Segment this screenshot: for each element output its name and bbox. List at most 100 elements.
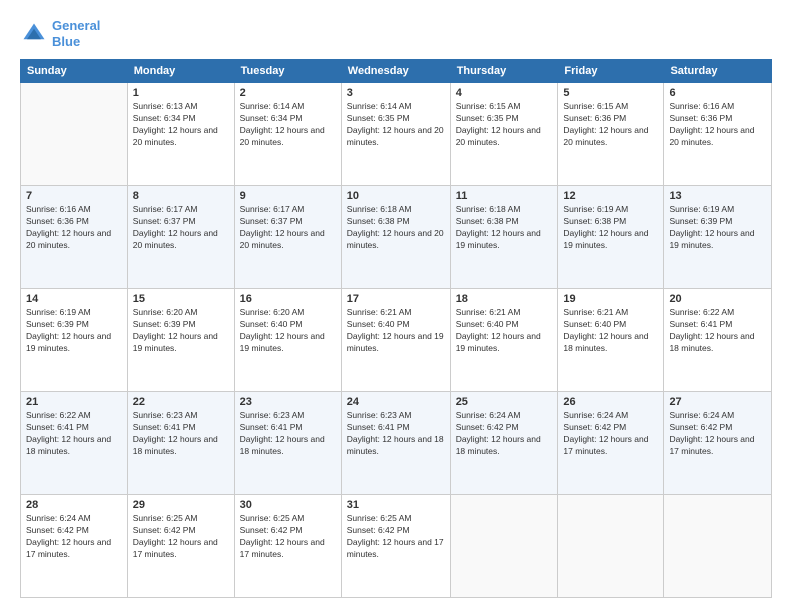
weekday-header-thursday: Thursday	[450, 60, 558, 83]
week-row-2: 7 Sunrise: 6:16 AMSunset: 6:36 PMDaylight…	[21, 186, 772, 289]
day-info: Sunrise: 6:23 AMSunset: 6:41 PMDaylight:…	[347, 410, 445, 458]
day-info: Sunrise: 6:19 AMSunset: 6:38 PMDaylight:…	[563, 204, 658, 252]
day-number: 18	[456, 293, 553, 305]
weekday-header-row: SundayMondayTuesdayWednesdayThursdayFrid…	[21, 60, 772, 83]
weekday-header-tuesday: Tuesday	[234, 60, 341, 83]
day-info: Sunrise: 6:18 AMSunset: 6:38 PMDaylight:…	[456, 204, 553, 252]
day-info: Sunrise: 6:18 AMSunset: 6:38 PMDaylight:…	[347, 204, 445, 252]
day-info: Sunrise: 6:13 AMSunset: 6:34 PMDaylight:…	[133, 101, 229, 149]
day-info: Sunrise: 6:24 AMSunset: 6:42 PMDaylight:…	[669, 410, 766, 458]
day-info: Sunrise: 6:22 AMSunset: 6:41 PMDaylight:…	[26, 410, 122, 458]
day-info: Sunrise: 6:23 AMSunset: 6:41 PMDaylight:…	[133, 410, 229, 458]
day-info: Sunrise: 6:21 AMSunset: 6:40 PMDaylight:…	[347, 307, 445, 355]
day-info: Sunrise: 6:15 AMSunset: 6:35 PMDaylight:…	[456, 101, 553, 149]
calendar-cell	[558, 495, 664, 598]
weekday-header-saturday: Saturday	[664, 60, 772, 83]
calendar-cell: 18Sunrise: 6:21 AMSunset: 6:40 PMDayligh…	[450, 289, 558, 392]
day-number: 26	[563, 396, 658, 408]
day-number: 8	[133, 190, 229, 202]
calendar-cell: 4 Sunrise: 6:15 AMSunset: 6:35 PMDaylight…	[450, 83, 558, 186]
calendar-cell: 22 Sunrise: 6:23 AMSunset: 6:41 PMDayligh…	[127, 392, 234, 495]
day-number: 17	[347, 293, 445, 305]
day-info: Sunrise: 6:19 AMSunset: 6:39 PMDaylight:…	[26, 307, 122, 355]
day-number: 31	[347, 499, 445, 511]
calendar-cell: 8Sunrise: 6:17 AMSunset: 6:37 PMDaylight…	[127, 186, 234, 289]
calendar-cell: 7 Sunrise: 6:16 AMSunset: 6:36 PMDaylight…	[21, 186, 128, 289]
day-number: 22	[133, 396, 229, 408]
calendar-cell: 13 Sunrise: 6:19 AMSunset: 6:39 PMDayligh…	[664, 186, 772, 289]
day-info: Sunrise: 6:14 AMSunset: 6:34 PMDaylight:…	[240, 101, 336, 149]
day-number: 16	[240, 293, 336, 305]
calendar-cell: 5Sunrise: 6:15 AMSunset: 6:36 PMDaylight…	[558, 83, 664, 186]
day-info: Sunrise: 6:24 AMSunset: 6:42 PMDaylight:…	[26, 513, 122, 561]
calendar-cell: 12 Sunrise: 6:19 AMSunset: 6:38 PMDayligh…	[558, 186, 664, 289]
calendar-cell: 27 Sunrise: 6:24 AMSunset: 6:42 PMDayligh…	[664, 392, 772, 495]
day-info: Sunrise: 6:25 AMSunset: 6:42 PMDaylight:…	[347, 513, 445, 561]
day-number: 19	[563, 293, 658, 305]
day-number: 4	[456, 87, 553, 99]
day-number: 28	[26, 499, 122, 511]
day-info: Sunrise: 6:14 AMSunset: 6:35 PMDaylight:…	[347, 101, 445, 149]
day-number: 11	[456, 190, 553, 202]
day-number: 27	[669, 396, 766, 408]
day-info: Sunrise: 6:21 AMSunset: 6:40 PMDaylight:…	[563, 307, 658, 355]
day-info: Sunrise: 6:20 AMSunset: 6:40 PMDaylight:…	[240, 307, 336, 355]
day-info: Sunrise: 6:16 AMSunset: 6:36 PMDaylight:…	[26, 204, 122, 252]
calendar-cell: 3Sunrise: 6:14 AMSunset: 6:35 PMDaylight…	[341, 83, 450, 186]
calendar-cell: 19 Sunrise: 6:21 AMSunset: 6:40 PMDayligh…	[558, 289, 664, 392]
calendar-table: SundayMondayTuesdayWednesdayThursdayFrid…	[20, 59, 772, 598]
day-number: 24	[347, 396, 445, 408]
calendar-cell: 26 Sunrise: 6:24 AMSunset: 6:42 PMDayligh…	[558, 392, 664, 495]
day-info: Sunrise: 6:25 AMSunset: 6:42 PMDaylight:…	[133, 513, 229, 561]
day-number: 9	[240, 190, 336, 202]
week-row-3: 14 Sunrise: 6:19 AMSunset: 6:39 PMDayligh…	[21, 289, 772, 392]
calendar-cell: 25Sunrise: 6:24 AMSunset: 6:42 PMDayligh…	[450, 392, 558, 495]
calendar-cell	[664, 495, 772, 598]
week-row-1: 1 Sunrise: 6:13 AMSunset: 6:34 PMDaylight…	[21, 83, 772, 186]
calendar-cell: 17 Sunrise: 6:21 AMSunset: 6:40 PMDayligh…	[341, 289, 450, 392]
day-info: Sunrise: 6:24 AMSunset: 6:42 PMDaylight:…	[563, 410, 658, 458]
day-info: Sunrise: 6:15 AMSunset: 6:36 PMDaylight:…	[563, 101, 658, 149]
calendar-cell: 1 Sunrise: 6:13 AMSunset: 6:34 PMDaylight…	[127, 83, 234, 186]
page: General Blue SundayMondayTuesdayWednesda…	[0, 0, 792, 612]
calendar-cell: 21Sunrise: 6:22 AMSunset: 6:41 PMDayligh…	[21, 392, 128, 495]
day-info: Sunrise: 6:22 AMSunset: 6:41 PMDaylight:…	[669, 307, 766, 355]
day-info: Sunrise: 6:19 AMSunset: 6:39 PMDaylight:…	[669, 204, 766, 252]
day-info: Sunrise: 6:23 AMSunset: 6:41 PMDaylight:…	[240, 410, 336, 458]
weekday-header-sunday: Sunday	[21, 60, 128, 83]
day-number: 20	[669, 293, 766, 305]
calendar-cell	[21, 83, 128, 186]
weekday-header-monday: Monday	[127, 60, 234, 83]
day-info: Sunrise: 6:17 AMSunset: 6:37 PMDaylight:…	[240, 204, 336, 252]
calendar-cell: 11 Sunrise: 6:18 AMSunset: 6:38 PMDayligh…	[450, 186, 558, 289]
day-info: Sunrise: 6:20 AMSunset: 6:39 PMDaylight:…	[133, 307, 229, 355]
day-number: 2	[240, 87, 336, 99]
weekday-header-friday: Friday	[558, 60, 664, 83]
calendar-cell: 9 Sunrise: 6:17 AMSunset: 6:37 PMDaylight…	[234, 186, 341, 289]
calendar-cell	[450, 495, 558, 598]
day-number: 15	[133, 293, 229, 305]
logo: General Blue	[20, 18, 100, 49]
calendar-cell: 14 Sunrise: 6:19 AMSunset: 6:39 PMDayligh…	[21, 289, 128, 392]
day-number: 23	[240, 396, 336, 408]
week-row-5: 28 Sunrise: 6:24 AMSunset: 6:42 PMDayligh…	[21, 495, 772, 598]
day-info: Sunrise: 6:16 AMSunset: 6:36 PMDaylight:…	[669, 101, 766, 149]
day-number: 29	[133, 499, 229, 511]
day-number: 13	[669, 190, 766, 202]
day-number: 10	[347, 190, 445, 202]
day-number: 6	[669, 87, 766, 99]
logo-icon	[20, 20, 48, 48]
calendar-cell: 30Sunrise: 6:25 AMSunset: 6:42 PMDayligh…	[234, 495, 341, 598]
weekday-header-wednesday: Wednesday	[341, 60, 450, 83]
calendar-cell: 2 Sunrise: 6:14 AMSunset: 6:34 PMDaylight…	[234, 83, 341, 186]
day-number: 12	[563, 190, 658, 202]
header: General Blue	[20, 18, 772, 49]
day-number: 14	[26, 293, 122, 305]
calendar-cell: 10 Sunrise: 6:18 AMSunset: 6:38 PMDayligh…	[341, 186, 450, 289]
calendar-cell: 28 Sunrise: 6:24 AMSunset: 6:42 PMDayligh…	[21, 495, 128, 598]
day-number: 7	[26, 190, 122, 202]
day-number: 1	[133, 87, 229, 99]
calendar-cell: 31 Sunrise: 6:25 AMSunset: 6:42 PMDayligh…	[341, 495, 450, 598]
day-info: Sunrise: 6:25 AMSunset: 6:42 PMDaylight:…	[240, 513, 336, 561]
logo-text: General Blue	[52, 18, 100, 49]
